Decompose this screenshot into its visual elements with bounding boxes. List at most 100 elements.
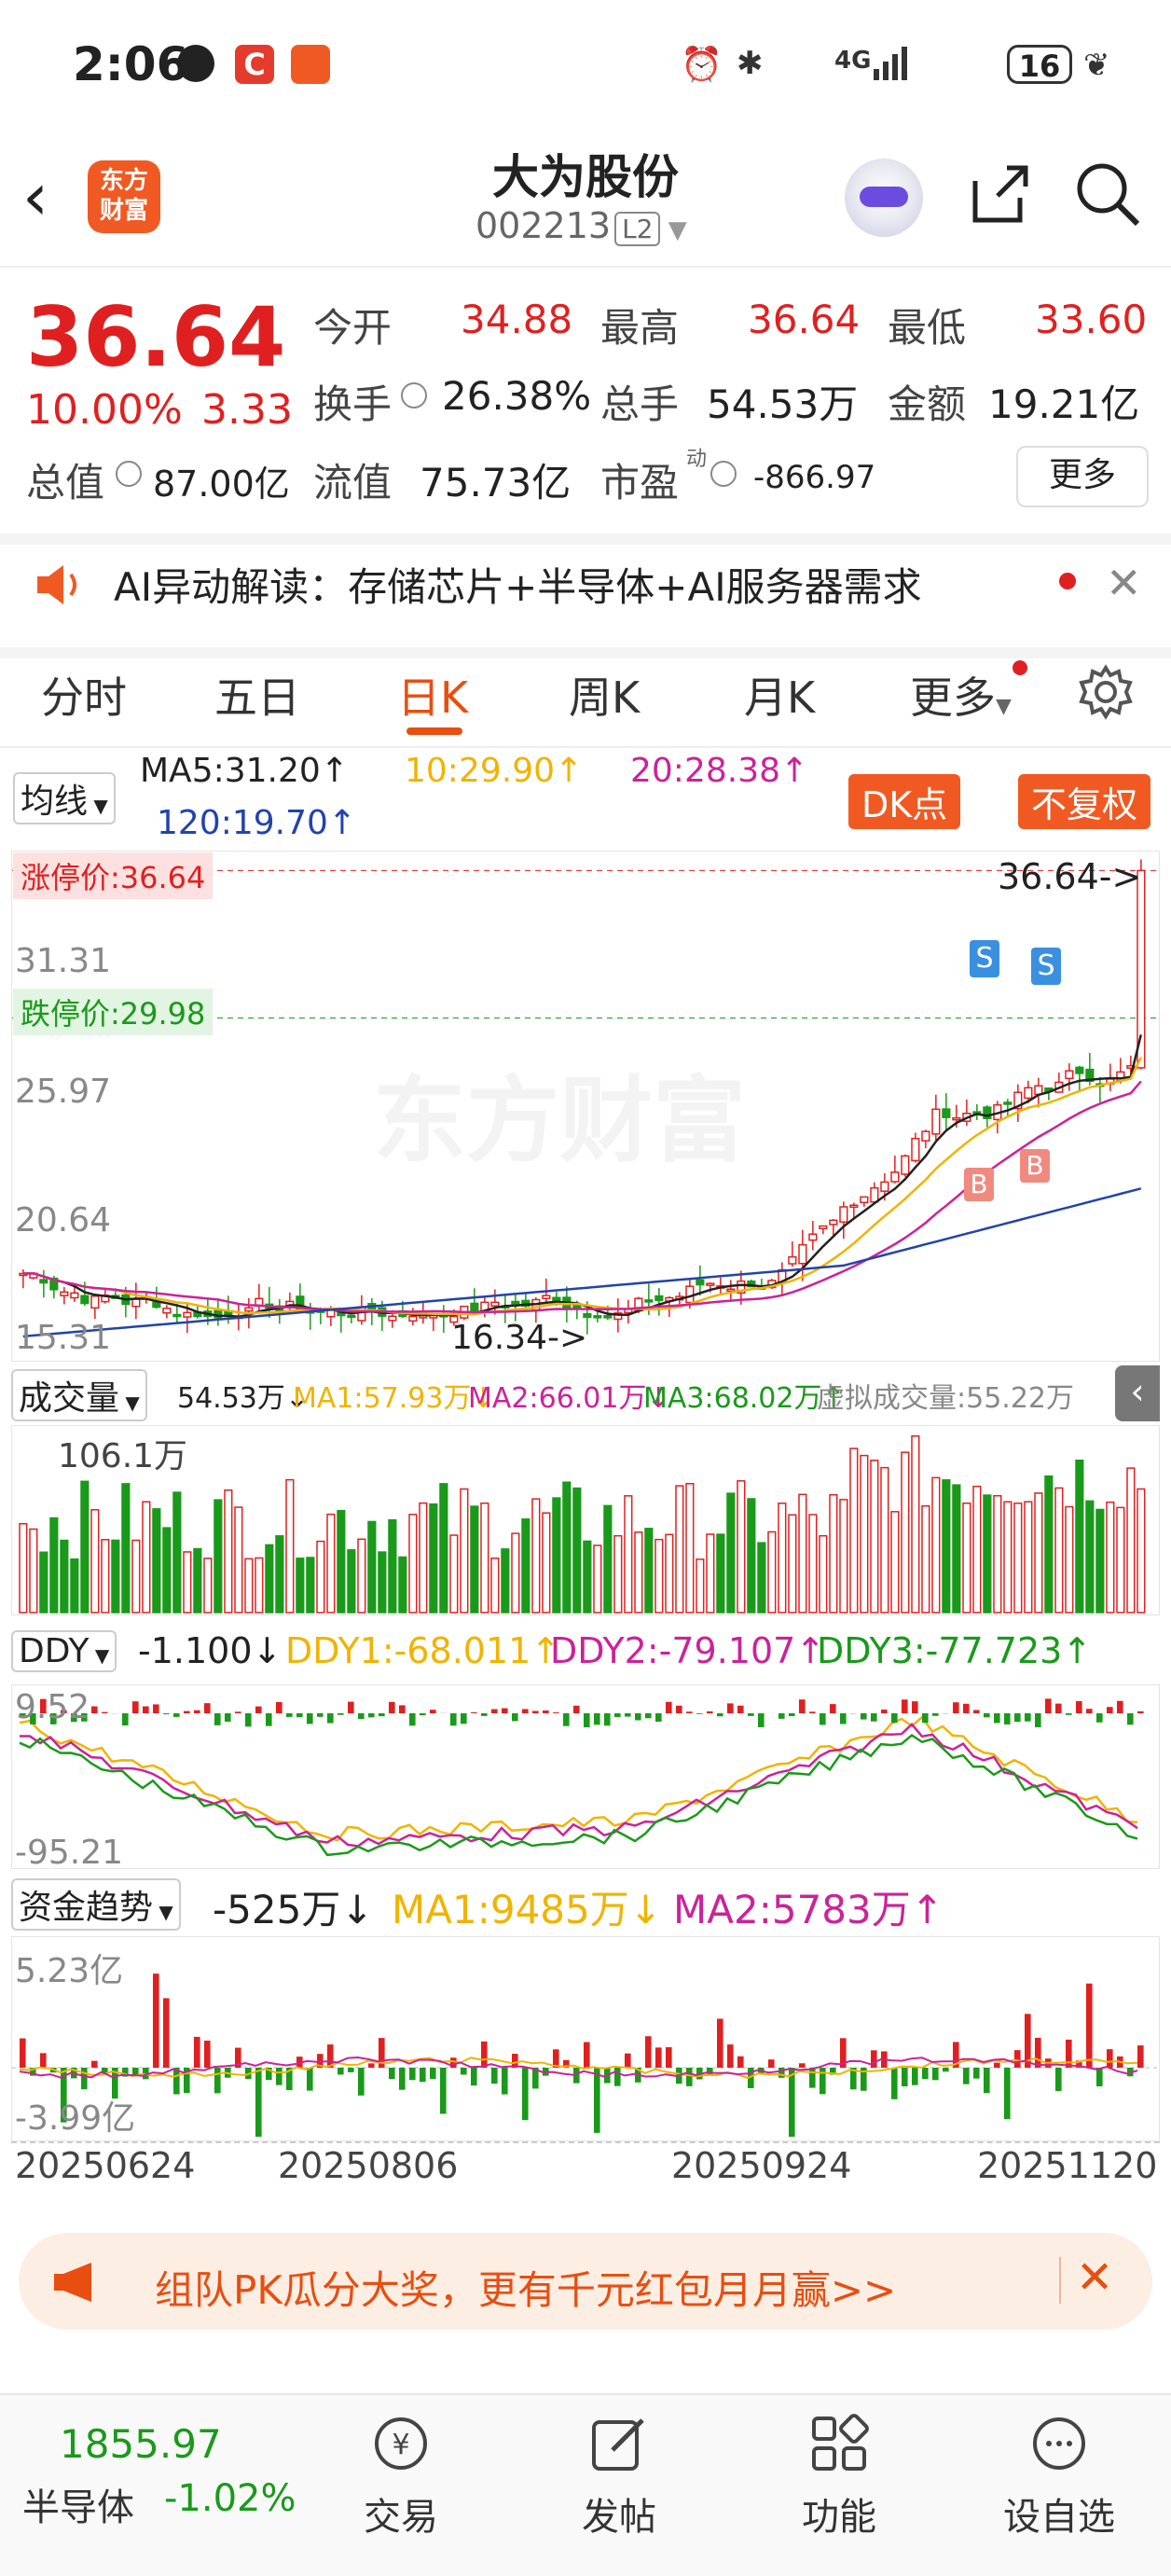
nav-trade[interactable]: 交易 — [326, 2486, 475, 2541]
fund-bar — [1055, 2068, 1062, 2091]
ai-robot-icon[interactable] — [845, 159, 923, 237]
candle-body — [943, 1109, 950, 1117]
gear-icon[interactable] — [1078, 664, 1134, 720]
amount-label: 金额 — [888, 373, 966, 430]
ddy2-value: DDY2:-79.107↑ — [550, 1630, 825, 1671]
volume-bar — [645, 1529, 653, 1613]
nav-post[interactable]: 发帖 — [544, 2486, 694, 2541]
trade-icon[interactable]: ¥ — [326, 2411, 475, 2489]
y-label-4: 15.31 — [15, 1319, 111, 1357]
volume-selector[interactable]: 成交量 ▼ — [11, 1369, 147, 1421]
fund-selector-label: 资金趋势 — [19, 1889, 153, 1927]
info-icon[interactable] — [401, 382, 427, 409]
ddy-bar — [471, 1712, 477, 1713]
nav-function[interactable]: 功能 — [765, 2486, 914, 2541]
fund-bar — [994, 2063, 1000, 2068]
ddy-bar — [573, 1706, 580, 1713]
fund-bar — [522, 2068, 529, 2120]
ddy-bar — [491, 1710, 498, 1713]
collapse-panel-icon[interactable]: ‹ — [1115, 1365, 1160, 1421]
candle-body — [1066, 1071, 1073, 1078]
volume-bar — [553, 1498, 560, 1613]
candle-body — [922, 1131, 930, 1141]
ddy-bar — [1014, 1713, 1021, 1722]
ddy-bar — [1107, 1707, 1113, 1713]
fund-bar — [81, 2068, 88, 2089]
candle-body — [840, 1207, 847, 1222]
ddy-bar — [543, 1710, 549, 1713]
ddy-bar — [307, 1713, 313, 1724]
dk-point-button[interactable]: DK点 — [848, 774, 960, 829]
volume-bar — [522, 1519, 530, 1613]
tab-intraday[interactable]: 分时 — [41, 664, 127, 726]
volume-bar — [491, 1558, 499, 1613]
candle-body — [173, 1315, 181, 1317]
volume-bar — [20, 1524, 27, 1613]
volume-bar — [481, 1503, 489, 1613]
ddy-bar — [902, 1699, 908, 1713]
ddy-bar — [204, 1703, 211, 1713]
ddy-bar — [614, 1713, 621, 1717]
function-icon[interactable] — [765, 2411, 914, 2489]
ddy-bar — [655, 1713, 662, 1722]
tab-monthly-k[interactable]: 月K — [744, 664, 815, 726]
ma-selector[interactable]: 均线 ▼ — [13, 772, 116, 824]
ddy-bar — [778, 1713, 785, 1719]
caret-down-icon: ▼ — [119, 1392, 140, 1414]
tab-more[interactable]: 更多▼ — [910, 664, 1012, 726]
search-icon[interactable] — [1072, 159, 1143, 229]
volume-bar — [748, 1499, 755, 1613]
ddy-selector[interactable]: DDY ▼ — [11, 1630, 117, 1672]
index-change[interactable]: -1.02% — [164, 2477, 296, 2520]
volume-bar — [943, 1480, 950, 1613]
fund-bar — [789, 2068, 795, 2137]
fund-selector[interactable]: 资金趋势 ▼ — [11, 1878, 181, 1931]
fund-bar — [307, 2068, 313, 2091]
more-button[interactable]: 更多 — [1016, 446, 1149, 507]
fund-bar — [768, 2059, 775, 2068]
volume-bar — [737, 1481, 745, 1613]
candle-body — [1076, 1067, 1083, 1073]
candle-body — [512, 1302, 519, 1305]
volume-bar — [379, 1552, 386, 1613]
volume-max-label: 106.1万 — [58, 1429, 187, 1477]
nav-watchlist[interactable]: 设自选 — [985, 2486, 1134, 2541]
volume-bar — [61, 1541, 68, 1613]
index-value[interactable]: 1855.97 — [60, 2421, 222, 2467]
volume-bar — [296, 1558, 304, 1613]
fund-bar — [471, 2068, 477, 2085]
ddy-bar — [1076, 1701, 1082, 1713]
tab-weekly-k[interactable]: 周K — [569, 664, 640, 726]
tab-daily-k[interactable]: 日K — [397, 664, 468, 726]
candle-body — [604, 1316, 612, 1318]
tab-five-day[interactable]: 五日 — [214, 664, 300, 726]
ddy-bar — [420, 1713, 426, 1715]
high-value: 36.64 — [748, 297, 860, 342]
ddy-bar — [984, 1713, 990, 1717]
candle-body — [153, 1302, 160, 1307]
ddy-bar — [235, 1711, 241, 1713]
candle-body — [799, 1245, 806, 1264]
fund-bar — [984, 2068, 990, 2093]
info-icon[interactable] — [710, 461, 737, 487]
fund-bar — [1014, 2050, 1021, 2068]
volume-value: 54.53万↓ — [177, 1375, 309, 1416]
watchlist-icon[interactable] — [985, 2411, 1134, 2489]
volume-bar — [30, 1529, 37, 1613]
ddy-bar — [799, 1699, 806, 1713]
ddy-bar — [1117, 1701, 1123, 1713]
info-icon[interactable] — [116, 461, 142, 487]
fund-bar — [491, 2068, 498, 2084]
stock-code-row[interactable]: 002213L2 ▼ — [475, 205, 687, 246]
no-adjust-button[interactable]: 不复权 — [1018, 774, 1150, 829]
index-name[interactable]: 半导体 — [22, 2477, 134, 2531]
close-icon[interactable]: ✕ — [1076, 2251, 1113, 2304]
share-icon[interactable] — [966, 160, 1033, 228]
close-icon[interactable]: ✕ — [1106, 558, 1142, 608]
ddy-bar — [348, 1702, 354, 1713]
volume-bar — [1055, 1488, 1063, 1613]
ddy-top-label: 9.52 — [15, 1688, 90, 1726]
post-icon[interactable] — [544, 2411, 694, 2489]
open-value: 34.88 — [461, 297, 572, 342]
ddy-bar — [840, 1713, 847, 1724]
